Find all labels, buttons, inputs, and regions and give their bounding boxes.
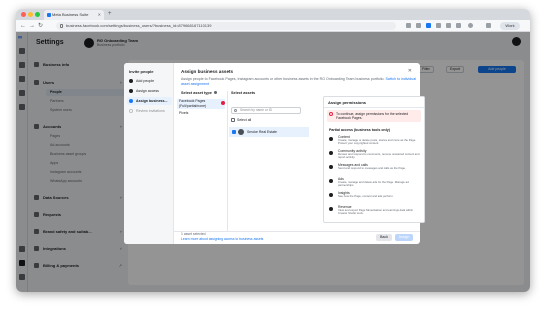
toggle-icon[interactable] xyxy=(329,165,333,169)
learn-more-link[interactable]: Learn more about assigning access to bus… xyxy=(181,237,263,241)
back-button[interactable]: Back xyxy=(376,234,392,241)
extension-icon[interactable] xyxy=(436,23,441,28)
dialog-description: Assign people to Facebook Pages, Instagr… xyxy=(181,77,417,86)
browser-tab[interactable]: Meta Business Suite ✕ xyxy=(44,10,104,20)
permissions-alert: To continue, assign permissions for the … xyxy=(327,110,421,122)
address-bar-row: ← → ↻ business.facebook.com/settings/bus… xyxy=(16,20,530,32)
permission-option-insights[interactable]: Insights See how the Page, content and a… xyxy=(329,191,423,203)
partial-access-heading: Partial access (business tools only) xyxy=(329,128,390,132)
minimize-window-icon[interactable] xyxy=(28,12,33,17)
assign-permissions-panel: Assign permissions To continue, assign p… xyxy=(323,96,425,223)
asset-search-input[interactable]: Search by name or ID xyxy=(231,107,301,114)
extension-icon[interactable] xyxy=(446,23,451,28)
wizard-title: Invite people xyxy=(129,69,154,74)
extension-icon[interactable] xyxy=(426,23,431,28)
step-done-icon xyxy=(129,79,133,83)
toggle-icon[interactable] xyxy=(329,137,333,141)
step-assign-access[interactable]: Assign access xyxy=(127,87,172,95)
footer-divider xyxy=(174,231,420,232)
permission-option-community-activity[interactable]: Community activity Review and respond to… xyxy=(329,149,423,161)
toggle-icon[interactable] xyxy=(329,179,333,183)
step-done-icon xyxy=(129,89,133,93)
close-window-icon[interactable] xyxy=(21,12,26,17)
url-input[interactable]: business.facebook.com/settings/business_… xyxy=(56,22,396,30)
column-divider xyxy=(227,91,228,231)
bookmark-icon[interactable] xyxy=(406,23,411,28)
new-tab-icon[interactable]: + xyxy=(108,10,112,19)
reload-icon[interactable]: ↻ xyxy=(38,22,43,30)
extension-icon[interactable] xyxy=(416,23,421,28)
error-badge-icon xyxy=(221,101,225,105)
download-icon[interactable] xyxy=(486,23,491,28)
asset-type-pixels[interactable]: Pixels xyxy=(177,111,225,121)
wizard-steps: Invite people Add people Assign access A… xyxy=(124,63,174,244)
permission-option-ads[interactable]: Ads Create, manage and delete ads for th… xyxy=(329,177,423,189)
tab-title: Meta Business Suite xyxy=(52,12,89,17)
browser-window: Meta Business Suite ✕ + ← → ↻ business.f… xyxy=(16,9,530,292)
close-tab-icon[interactable]: ✕ xyxy=(98,10,101,20)
step-current-icon xyxy=(129,99,133,103)
info-icon[interactable] xyxy=(213,91,217,94)
profile-icon[interactable] xyxy=(468,23,473,28)
assign-button[interactable]: Assign xyxy=(395,234,413,241)
search-icon xyxy=(234,109,237,112)
page-avatar xyxy=(238,129,244,135)
favicon-icon xyxy=(47,13,51,17)
sidebar-toggle-icon[interactable] xyxy=(456,23,461,28)
step-pending-icon xyxy=(129,109,133,113)
back-icon[interactable]: ← xyxy=(20,22,26,30)
assets-header: Select assets xyxy=(231,91,256,95)
permissions-divider xyxy=(324,107,424,108)
step-add-people[interactable]: Add people xyxy=(127,77,172,85)
permission-option-revenue[interactable]: Revenue View and export Page Monetisatio… xyxy=(329,205,423,217)
forward-icon[interactable]: → xyxy=(29,22,35,30)
step-assign-business-assets[interactable]: Assign business... xyxy=(127,97,172,105)
warning-icon xyxy=(329,112,333,116)
permissions-title: Assign permissions xyxy=(328,100,367,105)
browser-tab-bar: Meta Business Suite ✕ + xyxy=(16,9,530,20)
maximize-window-icon[interactable] xyxy=(35,12,40,17)
url-text: business.facebook.com/settings/business_… xyxy=(66,23,212,28)
lock-icon xyxy=(60,24,63,28)
profile-button[interactable]: Work xyxy=(500,22,520,30)
toggle-icon[interactable] xyxy=(329,207,333,211)
close-icon[interactable]: ✕ xyxy=(408,68,412,74)
asset-type-facebook-pages[interactable]: Facebook Pages (Full/partial/none) xyxy=(177,99,225,109)
select-all-checkbox[interactable]: Select all xyxy=(231,118,251,122)
selected-count: 1 asset selected xyxy=(181,232,206,236)
toggle-icon[interactable] xyxy=(329,151,333,155)
permission-option-messages-calls[interactable]: Messages and calls Send and respond to m… xyxy=(329,163,423,175)
permission-option-content[interactable]: Content Create, manage or delete posts, … xyxy=(329,135,423,147)
step-review-invitations[interactable]: Review invitations xyxy=(127,107,172,115)
dialog-title: Assign business assets xyxy=(181,69,234,74)
checkbox-icon xyxy=(231,118,235,122)
asset-type-header: Select asset type xyxy=(181,91,217,95)
checkbox-checked-icon[interactable] xyxy=(232,130,236,134)
asset-row[interactable]: Smoke Real Estate xyxy=(229,127,309,137)
toggle-icon[interactable] xyxy=(329,193,333,197)
